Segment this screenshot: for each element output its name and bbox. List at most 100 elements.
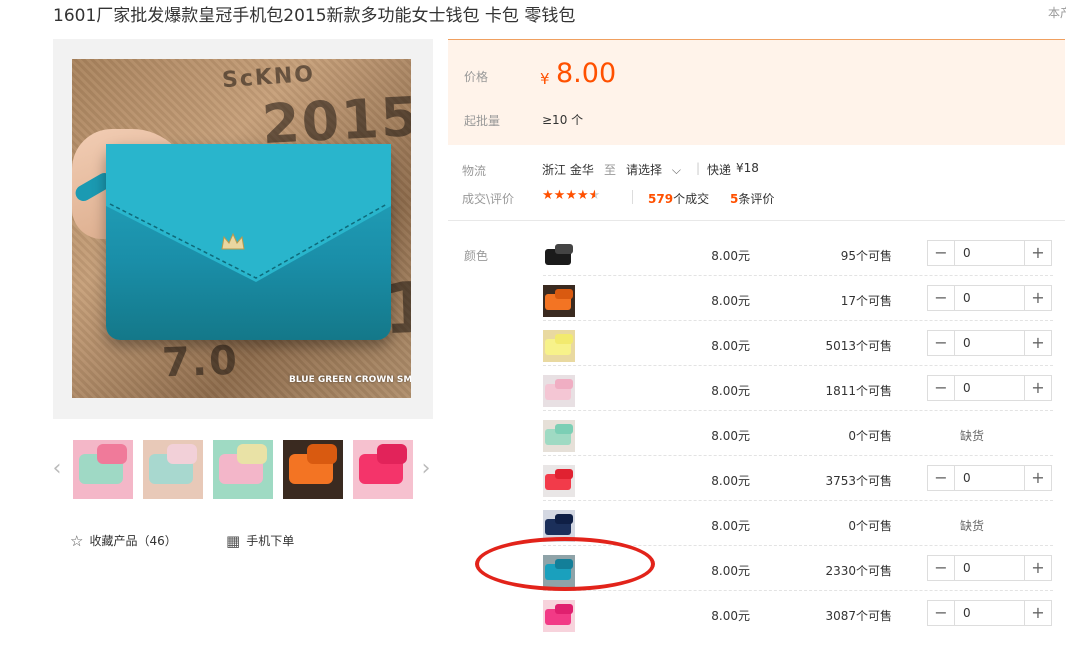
plus-icon[interactable]: + bbox=[1024, 331, 1051, 355]
qrcode-icon: ▦ bbox=[226, 532, 241, 550]
sku-thumbnail-accent bbox=[555, 334, 573, 344]
minus-icon[interactable]: − bbox=[928, 556, 955, 580]
section-divider bbox=[448, 220, 1065, 221]
sku-thumbnail[interactable] bbox=[543, 555, 575, 587]
sku-thumbnail[interactable] bbox=[543, 285, 575, 317]
quantity-stepper[interactable]: −+ bbox=[927, 330, 1052, 356]
quantity-stepper[interactable]: −+ bbox=[927, 240, 1052, 266]
star-filled-icon: ★ bbox=[565, 188, 577, 203]
deals-label: 成交\评价 bbox=[462, 192, 515, 206]
sku-thumbnail[interactable] bbox=[543, 330, 575, 362]
thumb-next-arrow-icon[interactable]: › bbox=[419, 455, 433, 483]
moq-label: 起批量 bbox=[464, 114, 501, 128]
sku-thumbnail[interactable] bbox=[543, 510, 575, 542]
minus-icon[interactable]: − bbox=[928, 601, 955, 625]
plus-icon[interactable]: + bbox=[1024, 286, 1051, 310]
minus-icon[interactable]: − bbox=[928, 241, 955, 265]
minus-icon[interactable]: − bbox=[928, 331, 955, 355]
thumbnail-4[interactable] bbox=[283, 440, 343, 499]
rating-separator bbox=[632, 190, 633, 204]
favorite-label: 收藏产品（46） bbox=[89, 534, 177, 548]
star-icon: ☆ bbox=[70, 532, 84, 550]
out-of-stock-label: 缺货 bbox=[960, 429, 985, 443]
mobile-order-button[interactable]: ▦ 手机下单 bbox=[226, 532, 294, 550]
moq-value: ≥10 个 bbox=[542, 113, 584, 127]
sku-stock: 0个可售 bbox=[848, 429, 892, 443]
deals-count: 579 bbox=[648, 192, 674, 206]
plus-icon[interactable]: + bbox=[1024, 556, 1051, 580]
image-watermark: BLUE GREEN CROWN SM bbox=[289, 375, 411, 385]
quantity-input[interactable] bbox=[955, 601, 1024, 625]
thumbnail-accent-shape bbox=[377, 444, 407, 464]
main-product-image[interactable]: ScKNO 2015 101 7.0 BLUE GREEN CROWN SM bbox=[72, 59, 411, 398]
thumbnail-5[interactable] bbox=[353, 440, 413, 499]
sku-row-divider bbox=[543, 500, 1053, 501]
sku-stock: 17个可售 bbox=[840, 294, 892, 308]
sku-price: 8.00元 bbox=[711, 429, 750, 443]
sku-thumbnail[interactable] bbox=[543, 600, 575, 632]
sku-thumbnail[interactable] bbox=[543, 420, 575, 452]
destination-select[interactable]: 请选择 ⌵ bbox=[626, 161, 681, 178]
sku-stock: 3087个可售 bbox=[825, 609, 892, 623]
minus-icon[interactable]: − bbox=[928, 376, 955, 400]
favorite-button[interactable]: ☆ 收藏产品（46） bbox=[70, 532, 177, 550]
sku-thumbnail[interactable] bbox=[543, 465, 575, 497]
minus-icon[interactable]: − bbox=[928, 286, 955, 310]
sku-thumbnail[interactable] bbox=[543, 240, 575, 272]
sku-stock: 0个可售 bbox=[848, 519, 892, 533]
star-filled-icon: ★ bbox=[576, 188, 589, 203]
sku-price: 8.00元 bbox=[711, 294, 750, 308]
plus-icon[interactable]: + bbox=[1024, 241, 1051, 265]
quantity-stepper[interactable]: −+ bbox=[927, 465, 1052, 491]
deals-count-link[interactable]: 579个成交 bbox=[648, 190, 709, 207]
logistics-label: 物流 bbox=[462, 164, 487, 178]
plus-icon[interactable]: + bbox=[1024, 601, 1051, 625]
logistics-origin: 浙江 金华 bbox=[542, 163, 594, 177]
price-value: 8.00 bbox=[556, 58, 617, 89]
express-price: ¥18 bbox=[736, 161, 759, 175]
quantity-stepper[interactable]: −+ bbox=[927, 285, 1052, 311]
sku-row-divider bbox=[543, 410, 1053, 411]
quantity-stepper[interactable]: −+ bbox=[927, 600, 1052, 626]
quantity-input[interactable] bbox=[955, 556, 1024, 580]
color-label: 颜色 bbox=[464, 249, 489, 263]
plus-icon[interactable]: + bbox=[1024, 376, 1051, 400]
thumb-prev-arrow-icon[interactable]: ‹ bbox=[50, 455, 64, 483]
reviews-count-link[interactable]: 5条评价 bbox=[730, 190, 774, 207]
price-currency: ¥ bbox=[540, 70, 550, 88]
sku-stock: 1811个可售 bbox=[825, 384, 892, 398]
minus-icon[interactable]: − bbox=[928, 466, 955, 490]
thumbnail-3[interactable] bbox=[213, 440, 273, 499]
quantity-input[interactable] bbox=[955, 376, 1024, 400]
sku-row-divider bbox=[543, 545, 1053, 546]
sku-thumbnail-accent bbox=[555, 604, 573, 614]
sku-stock: 2330个可售 bbox=[825, 564, 892, 578]
quantity-input[interactable] bbox=[955, 466, 1024, 490]
destination-select-label: 请选择 bbox=[626, 163, 663, 177]
corner-text: 本产 bbox=[1048, 6, 1066, 20]
wallet-flap bbox=[106, 144, 391, 284]
quantity-stepper[interactable]: −+ bbox=[927, 555, 1052, 581]
quantity-stepper[interactable]: −+ bbox=[927, 375, 1052, 401]
sku-thumbnail-accent bbox=[555, 289, 573, 299]
sku-price: 8.00元 bbox=[711, 339, 750, 353]
sku-row-divider bbox=[543, 275, 1053, 276]
thumbnail-2[interactable] bbox=[143, 440, 203, 499]
sku-row-divider bbox=[543, 590, 1053, 591]
sku-thumbnail[interactable] bbox=[543, 375, 575, 407]
out-of-stock-label: 缺货 bbox=[960, 519, 985, 533]
mobile-order-label: 手机下单 bbox=[246, 534, 295, 548]
quantity-input[interactable] bbox=[955, 286, 1024, 310]
quantity-input[interactable] bbox=[955, 331, 1024, 355]
sku-stock: 3753个可售 bbox=[825, 474, 892, 488]
thumbnail-1[interactable] bbox=[73, 440, 133, 499]
star-half-icon: ★ bbox=[588, 188, 601, 203]
sku-thumbnail-accent bbox=[555, 559, 573, 569]
quantity-input[interactable] bbox=[955, 241, 1024, 265]
thumbnail-accent-shape bbox=[167, 444, 197, 464]
plus-icon[interactable]: + bbox=[1024, 466, 1051, 490]
product-title: 1601厂家批发爆款皇冠手机包2015新款多功能女士钱包 卡包 零钱包 bbox=[53, 6, 576, 26]
reviews-suffix: 条评价 bbox=[738, 192, 775, 206]
express-label: 快递 bbox=[707, 163, 732, 177]
sku-row-divider bbox=[543, 365, 1053, 366]
